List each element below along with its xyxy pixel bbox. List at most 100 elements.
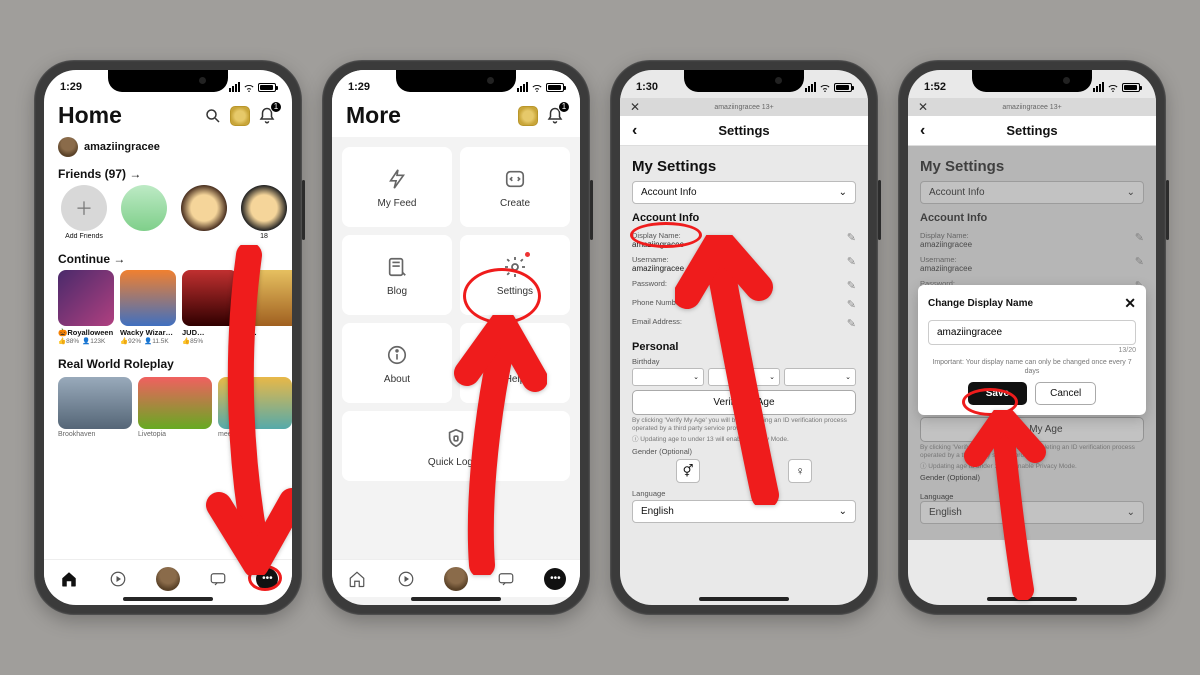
gender-neutral-icon[interactable]: ⚥ bbox=[676, 459, 700, 483]
tab-avatar-icon[interactable] bbox=[156, 567, 180, 591]
gender-female-icon[interactable]: ♀ bbox=[788, 459, 812, 483]
friend-item[interactable]: 18 bbox=[238, 185, 290, 240]
status-icons bbox=[229, 82, 276, 92]
birthday-selects: ⌄ ⌄ ⌄ bbox=[632, 368, 856, 386]
edit-icon[interactable]: ✎ bbox=[847, 231, 856, 244]
edit-icon[interactable]: ✎ bbox=[847, 255, 856, 268]
friends-row: ＋ Add Friends 18 bbox=[44, 185, 292, 240]
tile-quick-login[interactable]: Quick Log In bbox=[342, 411, 570, 481]
tab-home-icon[interactable] bbox=[346, 568, 368, 590]
save-button[interactable]: Save bbox=[968, 382, 1027, 405]
user-row[interactable]: amaziingracee bbox=[44, 131, 292, 161]
personal-heading: Personal bbox=[632, 341, 856, 353]
add-friends-button[interactable]: ＋ Add Friends bbox=[58, 185, 110, 240]
birthday-month-select[interactable]: ⌄ bbox=[632, 368, 704, 386]
tab-more-icon[interactable]: ••• bbox=[256, 568, 278, 590]
username-label: amaziingracee bbox=[84, 141, 160, 153]
birthday-day-select[interactable]: ⌄ bbox=[708, 368, 780, 386]
tile-help[interactable]: Help bbox=[460, 323, 570, 403]
continue-header[interactable]: Continue → bbox=[44, 246, 292, 270]
lightning-icon bbox=[384, 166, 410, 192]
status-icons bbox=[517, 82, 564, 92]
lock-icon bbox=[443, 425, 469, 451]
friend-avatar bbox=[121, 185, 167, 231]
edit-icon[interactable]: ✎ bbox=[847, 279, 856, 292]
webview-bar: ✕ amaziingracee 13+ bbox=[620, 98, 868, 116]
friend-avatar bbox=[241, 185, 287, 231]
game-card[interactable]: JUD… 👍85% bbox=[182, 270, 238, 345]
game-card[interactable]: D… bbox=[244, 270, 292, 345]
birthday-year-select[interactable]: ⌄ bbox=[784, 368, 856, 386]
phone-row: Phone Number: ✎ bbox=[632, 295, 856, 314]
code-icon bbox=[502, 166, 528, 192]
robux-icon[interactable] bbox=[230, 106, 250, 126]
status-time: 1:29 bbox=[348, 81, 370, 93]
tab-discover-icon[interactable] bbox=[395, 568, 417, 590]
tile-blog[interactable]: Blog bbox=[342, 235, 452, 315]
game-thumbnail bbox=[218, 377, 292, 429]
email-row: Email Address: ✎ bbox=[632, 314, 856, 333]
screen-settings: 1:30 ✕ amaziingracee 13+ ‹ Settings My S… bbox=[620, 70, 868, 605]
realworld-header[interactable]: Real World Roleplay bbox=[44, 351, 292, 375]
tile-about[interactable]: About bbox=[342, 323, 452, 403]
notification-badge: 1 bbox=[270, 101, 282, 113]
screen-settings-modal: 1:52 ✕ amaziingracee 13+ ‹ Settings My S… bbox=[908, 70, 1156, 605]
tab-avatar-icon[interactable] bbox=[444, 567, 468, 591]
edit-icon[interactable]: ✎ bbox=[847, 298, 856, 311]
friends-header[interactable]: Friends (97) → bbox=[44, 161, 292, 185]
battery-icon bbox=[834, 83, 852, 92]
settings-body: My Settings Account Info ⌄ Account Info … bbox=[620, 146, 868, 539]
verify-age-button[interactable]: Verify My Age bbox=[632, 390, 856, 415]
notifications-icon[interactable]: 1 bbox=[544, 105, 566, 127]
tile-create[interactable]: Create bbox=[460, 147, 570, 227]
screen-home: 1:29 Home 1 bbox=[44, 70, 292, 605]
signal-icon bbox=[805, 82, 816, 92]
phone-frame-1: 1:29 Home 1 bbox=[34, 60, 302, 615]
tab-chat-icon[interactable] bbox=[207, 568, 229, 590]
home-indicator bbox=[699, 597, 789, 601]
edit-icon[interactable]: ✎ bbox=[847, 317, 856, 330]
tab-chat-icon[interactable] bbox=[495, 568, 517, 590]
tab-home-icon[interactable] bbox=[58, 568, 80, 590]
close-icon[interactable]: ✕ bbox=[630, 100, 640, 114]
close-icon[interactable]: ✕ bbox=[1124, 295, 1136, 312]
search-icon[interactable] bbox=[202, 105, 224, 127]
tile-my-feed[interactable]: My Feed bbox=[342, 147, 452, 227]
robux-icon[interactable] bbox=[518, 106, 538, 126]
tab-more-icon[interactable]: ••• bbox=[544, 568, 566, 590]
phone-frame-2: 1:29 More 1 My Feed bbox=[322, 60, 590, 615]
language-select[interactable]: English ⌄ bbox=[632, 500, 856, 523]
game-thumbnail bbox=[120, 270, 176, 326]
game-card[interactable]: 🎃Royalloween 👍88%👤123K bbox=[58, 270, 114, 345]
chevron-down-icon: ⌄ bbox=[839, 506, 847, 517]
game-card[interactable]: Wacky Wizards… 👍92%👤11.5K bbox=[120, 270, 176, 345]
friend-item[interactable] bbox=[118, 185, 170, 240]
status-time: 1:29 bbox=[60, 81, 82, 93]
modal-note: Important: Your display name can only be… bbox=[928, 358, 1136, 376]
game-card[interactable]: Brookhaven bbox=[58, 377, 132, 438]
notifications-icon[interactable]: 1 bbox=[256, 105, 278, 127]
game-card[interactable]: Livetopia bbox=[138, 377, 212, 438]
char-counter: 13/20 bbox=[928, 347, 1136, 354]
battery-icon bbox=[258, 83, 276, 92]
status-time: 1:30 bbox=[636, 81, 658, 93]
battery-icon bbox=[546, 83, 564, 92]
screen-more: 1:29 More 1 My Feed bbox=[332, 70, 580, 605]
account-section-select[interactable]: Account Info ⌄ bbox=[632, 181, 856, 204]
cancel-button[interactable]: Cancel bbox=[1035, 382, 1096, 405]
back-icon[interactable]: ‹ bbox=[632, 122, 637, 140]
close-icon[interactable]: ✕ bbox=[918, 100, 928, 114]
settings-header: ‹ Settings bbox=[908, 116, 1156, 146]
language-label: Language bbox=[632, 489, 856, 498]
tab-discover-icon[interactable] bbox=[107, 568, 129, 590]
gear-icon bbox=[502, 254, 528, 280]
game-card[interactable]: mee… bbox=[218, 377, 292, 438]
friend-item[interactable] bbox=[178, 185, 230, 240]
tile-settings[interactable]: Settings bbox=[460, 235, 570, 315]
back-icon[interactable]: ‹ bbox=[920, 122, 925, 140]
info-icon bbox=[384, 342, 410, 368]
signal-icon bbox=[1093, 82, 1104, 92]
display-name-input[interactable] bbox=[928, 320, 1136, 345]
wifi-icon bbox=[243, 83, 255, 92]
game-thumbnail bbox=[182, 270, 238, 326]
